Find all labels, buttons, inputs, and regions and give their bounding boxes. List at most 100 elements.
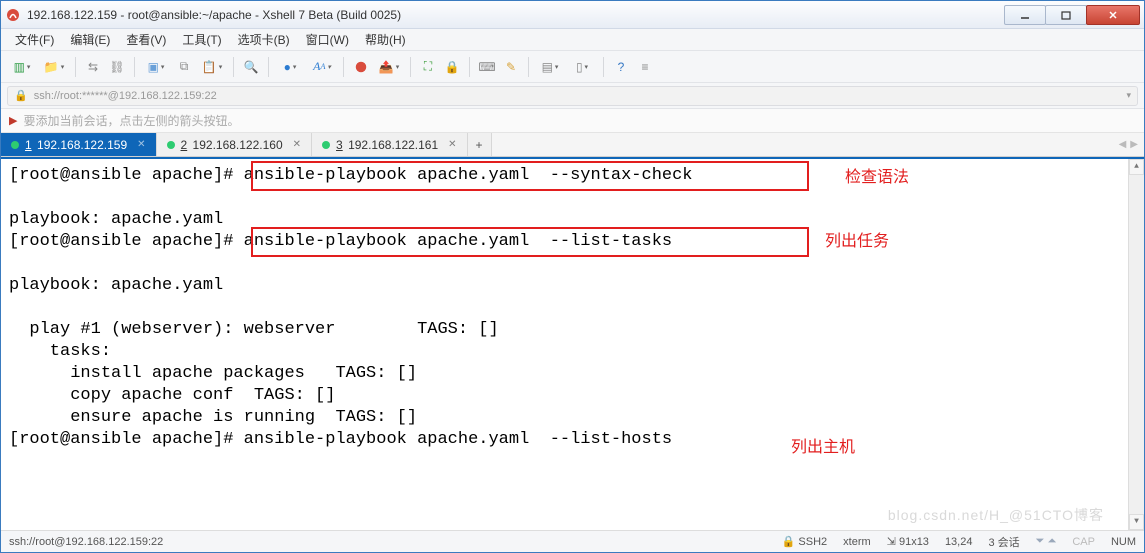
minimize-button[interactable] — [1004, 5, 1046, 25]
new-tab-button[interactable]: + — [468, 133, 492, 156]
menu-window[interactable]: 窗口(W) — [300, 29, 355, 50]
terminal-line: [root@ansible apache]# ansible-playbook … — [9, 165, 1136, 187]
status-term-type: xterm — [843, 536, 871, 548]
session-tab-bar: 1 192.168.122.159 ✕ 2 192.168.122.160 ✕ … — [1, 133, 1144, 157]
toolbar-sep — [134, 57, 135, 77]
window-controls — [1005, 5, 1140, 25]
vertical-scrollbar[interactable]: ▲ ▼ — [1128, 159, 1144, 530]
toolbar-sep — [528, 57, 529, 77]
status-bar: ssh://root@192.168.122.159:22 🔒 SSH2 xte… — [1, 530, 1144, 552]
highlight-button[interactable]: ✎ — [500, 56, 522, 78]
toolbar-sep — [268, 57, 269, 77]
toolbar-sep — [410, 57, 411, 77]
settings-button[interactable]: ≡ — [634, 56, 656, 78]
terminal-line: playbook: apache.yaml — [9, 275, 1136, 297]
find-button[interactable]: 🔍 — [240, 56, 262, 78]
xagent-button[interactable] — [350, 56, 372, 78]
fullscreen-button[interactable]: ⛶ — [417, 56, 439, 78]
layout-v-button[interactable]: ▯▾ — [567, 56, 597, 78]
terminal-line: ensure apache is running TAGS: [] — [9, 407, 1136, 429]
status-cursor-pos: 13,24 — [945, 536, 973, 548]
tab-prev-icon[interactable]: ◀ — [1119, 139, 1127, 150]
annotation-syntax-check: 检查语法 — [845, 167, 909, 189]
status-dot-icon — [322, 141, 330, 149]
status-size: 91x13 — [899, 536, 929, 548]
layout-h-button[interactable]: ▤▾ — [535, 56, 565, 78]
menu-view[interactable]: 查看(V) — [120, 29, 172, 50]
tab-label: 192.168.122.160 — [193, 138, 283, 152]
terminal-line: copy apache conf TAGS: [] — [9, 385, 1136, 407]
new-session-button[interactable]: ▥▾ — [7, 56, 37, 78]
status-num: NUM — [1111, 536, 1136, 548]
scroll-up-icon[interactable]: ▲ — [1129, 159, 1144, 175]
app-icon — [5, 7, 21, 23]
tab-next-icon[interactable]: ▶ — [1130, 139, 1138, 150]
terminal-line: play #1 (webserver): webserver TAGS: [] — [9, 319, 1136, 341]
menu-tools[interactable]: 工具(T) — [176, 29, 227, 50]
status-sessions: 3 会话 — [988, 534, 1019, 550]
toolbar-sep — [469, 57, 470, 77]
terminal-line: install apache packages TAGS: [] — [9, 363, 1136, 385]
terminal-line — [9, 297, 1136, 319]
status-cap: CAP — [1072, 536, 1095, 548]
terminal-line: [root@ansible apache]# ansible-playbook … — [9, 231, 1136, 253]
close-button[interactable] — [1086, 5, 1140, 25]
annotation-list-hosts: 列出主机 — [791, 437, 855, 459]
tab-number: 1 — [25, 138, 32, 152]
tab-number: 3 — [336, 138, 343, 152]
copy-button[interactable]: ⧉ — [173, 56, 195, 78]
menu-file[interactable]: 文件(F) — [9, 29, 60, 50]
hint-bar: ▶ 要添加当前会话，点击左侧的箭头按钮。 — [1, 109, 1144, 133]
terminal-line: tasks: — [9, 341, 1136, 363]
terminal-output: [root@ansible apache]# ansible-playbook … — [9, 165, 1136, 451]
tab-label: 192.168.122.161 — [348, 138, 438, 152]
terminal-line: playbook: apache.yaml — [9, 209, 1136, 231]
tab-close-icon[interactable]: ✕ — [137, 139, 145, 150]
address-text: ssh://root:******@192.168.122.159:22 — [34, 90, 217, 102]
address-dropdown-icon[interactable]: ▾ — [1126, 90, 1131, 101]
open-session-button[interactable]: 📁▾ — [39, 56, 69, 78]
window-title: 192.168.122.159 - root@ansible:~/apache … — [27, 8, 401, 22]
address-bar: 🔒 ssh://root:******@192.168.122.159:22 ▾ — [1, 83, 1144, 109]
tab-close-icon[interactable]: ✕ — [293, 139, 301, 150]
menu-bar: 文件(F) 编辑(E) 查看(V) 工具(T) 选项卡(B) 窗口(W) 帮助(… — [1, 29, 1144, 51]
menu-help[interactable]: 帮助(H) — [359, 29, 412, 50]
color-button[interactable]: ●▾ — [275, 56, 305, 78]
status-dot-icon — [11, 141, 19, 149]
address-field[interactable]: 🔒 ssh://root:******@192.168.122.159:22 ▾ — [7, 86, 1138, 106]
transfer-button[interactable]: 📤▾ — [374, 56, 404, 78]
hint-text: 要添加当前会话，点击左侧的箭头按钮。 — [23, 112, 239, 129]
maximize-button[interactable] — [1045, 5, 1087, 25]
toolbar-sep — [75, 57, 76, 77]
terminal-line: [root@ansible apache]# ansible-playbook … — [9, 429, 1136, 451]
lock-icon: 🔒 — [782, 536, 796, 548]
menu-edit[interactable]: 编辑(E) — [64, 29, 116, 50]
terminal-line — [9, 253, 1136, 275]
menu-tabs[interactable]: 选项卡(B) — [232, 29, 296, 50]
lock-icon: 🔒 — [14, 89, 28, 102]
profile-button[interactable]: ▣▾ — [141, 56, 171, 78]
toolbar-sep — [233, 57, 234, 77]
tab-close-icon[interactable]: ✕ — [448, 139, 456, 150]
help-button[interactable]: ? — [610, 56, 632, 78]
toolbar-sep — [603, 57, 604, 77]
paste-button[interactable]: 📋▾ — [197, 56, 227, 78]
watermark-text: blog.csdn.net/H_@51CTO博客 — [888, 504, 1104, 526]
tab-label: 192.168.122.159 — [37, 138, 127, 152]
font-button[interactable]: AA▾ — [307, 56, 337, 78]
disconnect-button[interactable]: ⛓ — [106, 56, 128, 78]
terminal-line — [9, 187, 1136, 209]
session-tab-2[interactable]: 2 192.168.122.160 ✕ — [157, 133, 313, 156]
tab-number: 2 — [181, 138, 188, 152]
tab-nav: ◀ ▶ — [1113, 133, 1144, 156]
reconnect-button[interactable]: ⇆ — [82, 56, 104, 78]
scroll-down-icon[interactable]: ▼ — [1129, 514, 1144, 530]
keyboard-button[interactable]: ⌨ — [476, 56, 498, 78]
terminal-view[interactable]: [root@ansible apache]# ansible-playbook … — [1, 157, 1144, 530]
title-bar: 192.168.122.159 - root@ansible:~/apache … — [1, 1, 1144, 29]
lock-button[interactable]: 🔒 — [441, 56, 463, 78]
status-protocol: SSH2 — [798, 536, 827, 548]
session-tab-3[interactable]: 3 192.168.122.161 ✕ — [312, 133, 468, 156]
scroll-track[interactable] — [1129, 175, 1144, 514]
session-tab-1[interactable]: 1 192.168.122.159 ✕ — [1, 133, 157, 156]
